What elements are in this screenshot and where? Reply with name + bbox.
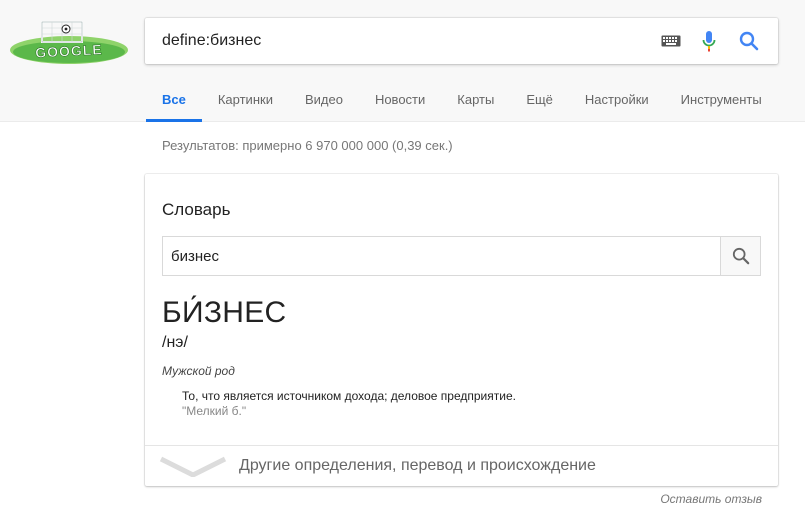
more-definitions-button[interactable]: Другие определения, перевод и происхожде… — [145, 445, 778, 486]
dictionary-search-field[interactable]: бизнес — [162, 236, 761, 276]
keyboard-icon[interactable] — [659, 30, 683, 52]
dictionary-card: Словарь бизнес БИ́ЗНЕС /нэ/ Мужской род … — [145, 174, 778, 486]
dictionary-word: БИ́ЗНЕС — [162, 296, 287, 329]
chevron-down-icon — [159, 456, 227, 477]
feedback-link[interactable]: Оставить отзыв — [660, 492, 762, 506]
microphone-icon[interactable] — [697, 30, 721, 52]
part-of-speech: Мужской род — [162, 364, 235, 378]
google-doodle-logo[interactable]: GOOGLE — [8, 20, 130, 66]
example-text: "Мелкий б." — [182, 404, 247, 418]
tab-all[interactable]: Все — [146, 88, 202, 122]
search-icon — [732, 247, 749, 265]
tab-video[interactable]: Видео — [289, 88, 359, 122]
dictionary-phonetic: /нэ/ — [162, 334, 188, 351]
dictionary-title: Словарь — [162, 200, 231, 219]
tab-news[interactable]: Новости — [359, 88, 441, 122]
more-definitions-label: Другие определения, перевод и происхожде… — [239, 457, 596, 474]
tab-maps[interactable]: Карты — [441, 88, 510, 122]
search-icon[interactable] — [737, 30, 761, 52]
tab-more[interactable]: Ещё — [510, 88, 569, 122]
top-header: GOOGLE define:бизнес Все Картинки Видео … — [0, 0, 805, 122]
dictionary-search-input[interactable]: бизнес — [171, 248, 219, 265]
search-tabs: Все Картинки Видео Новости Карты Ещё Нас… — [146, 88, 778, 122]
tab-tools[interactable]: Инструменты — [665, 88, 778, 122]
search-input[interactable]: define:бизнес — [162, 32, 261, 50]
definition-text: То, что является источником дохода; дело… — [182, 389, 516, 403]
tab-settings[interactable]: Настройки — [569, 88, 665, 122]
search-box[interactable]: define:бизнес — [145, 18, 778, 64]
tab-images[interactable]: Картинки — [202, 88, 289, 122]
dictionary-search-button[interactable] — [720, 237, 760, 275]
result-stats: Результатов: примерно 6 970 000 000 (0,3… — [162, 138, 453, 153]
